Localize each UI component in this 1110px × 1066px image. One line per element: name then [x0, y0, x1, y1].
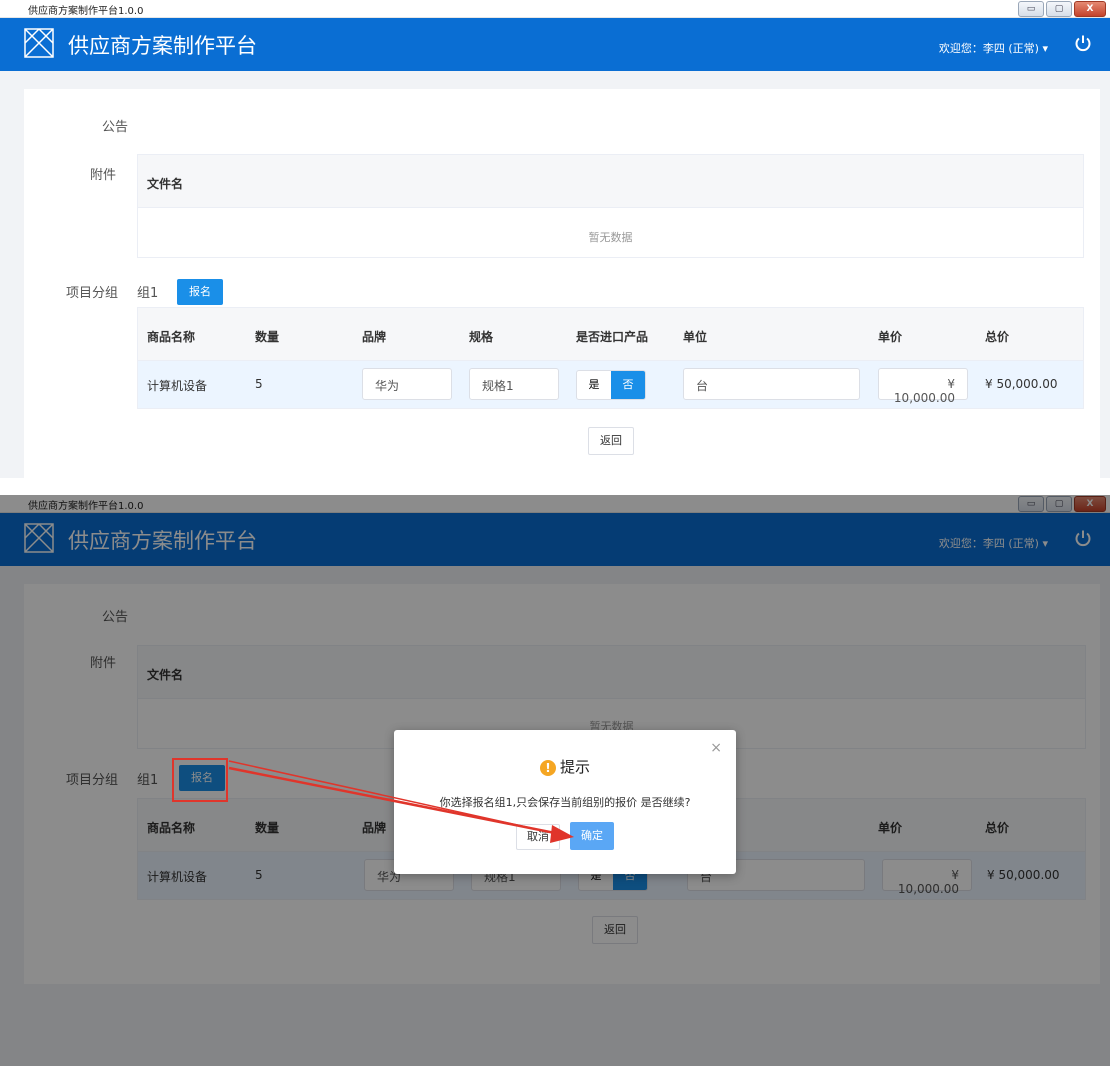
import-yes-option[interactable]: 是	[577, 371, 611, 399]
annotation-arrow	[228, 760, 574, 843]
column-total: 总价	[985, 330, 1010, 344]
content-card: 公告 附件 文件名 暂无数据 项目分组 组1 报名 商品名称 数量 品牌 规格 …	[24, 89, 1100, 478]
column-product-name: 商品名称	[147, 330, 196, 344]
unit-input[interactable]: 台	[683, 368, 860, 400]
attachment-table: 文件名 暂无数据	[137, 154, 1084, 258]
import-no-option[interactable]: 否	[611, 371, 645, 399]
column-unit-price: 单价	[878, 330, 903, 344]
cell-quantity: 5	[255, 377, 263, 391]
attachment-table-header: 文件名	[138, 155, 1083, 208]
group-name: 组1	[137, 286, 159, 301]
app-title: 供应商方案制作平台	[68, 34, 257, 58]
cell-total: ¥ 50,000.00	[985, 377, 1058, 391]
spec-input[interactable]: 规格1	[469, 368, 559, 400]
maximize-button[interactable]: ▢	[1046, 1, 1072, 17]
table-row: 计算机设备 5 华为 规格1 是 否 台 ¥ 10,000.00 ¥ 50,00…	[138, 361, 1083, 408]
cell-product-name: 计算机设备	[147, 379, 208, 393]
logo-icon	[24, 28, 54, 58]
attachment-label: 附件	[90, 168, 117, 183]
window-title: 供应商方案制作平台1.0.0	[28, 6, 144, 17]
power-icon[interactable]	[1074, 34, 1092, 52]
close-window-button[interactable]: X	[1074, 1, 1106, 17]
column-quantity: 数量	[255, 330, 280, 344]
notice-label: 公告	[102, 120, 129, 135]
signup-button[interactable]: 报名	[177, 279, 223, 305]
import-toggle[interactable]: 是 否	[576, 370, 646, 400]
column-brand: 品牌	[362, 330, 387, 344]
group-label: 项目分组	[66, 286, 119, 301]
screenshot-after: 供应商方案制作平台1.0.0 ▭ ▢ X 供应商方案制作平台 欢迎您：李四 (正…	[0, 495, 1110, 1066]
column-unit: 单位	[683, 330, 708, 344]
user-menu[interactable]: 欢迎您：李四 (正常) ▾	[939, 40, 1048, 56]
window-titlebar: 供应商方案制作平台1.0.0 ▭ ▢ X	[0, 0, 1110, 18]
column-spec: 规格	[469, 330, 494, 344]
product-table-header: 商品名称 数量 品牌 规格 是否进口产品 单位 单价 总价	[138, 308, 1083, 361]
column-filename: 文件名	[147, 177, 184, 191]
minimize-button[interactable]: ▭	[1018, 1, 1044, 17]
screenshot-before: 供应商方案制作平台1.0.0 ▭ ▢ X 供应商方案制作平台 欢迎您：李四 (正…	[0, 0, 1110, 478]
back-button[interactable]: 返回	[588, 427, 634, 455]
unit-price-input[interactable]: ¥ 10,000.00	[878, 368, 968, 405]
window-controls: ▭ ▢ X	[1018, 1, 1106, 17]
app-header: 供应商方案制作平台 欢迎您：李四 (正常) ▾	[0, 18, 1110, 71]
empty-text: 暂无数据	[588, 231, 633, 244]
brand-input[interactable]: 华为	[362, 368, 452, 400]
column-import: 是否进口产品	[576, 330, 649, 344]
product-table: 商品名称 数量 品牌 规格 是否进口产品 单位 单价 总价 计算机设备 5 华为…	[137, 307, 1084, 409]
